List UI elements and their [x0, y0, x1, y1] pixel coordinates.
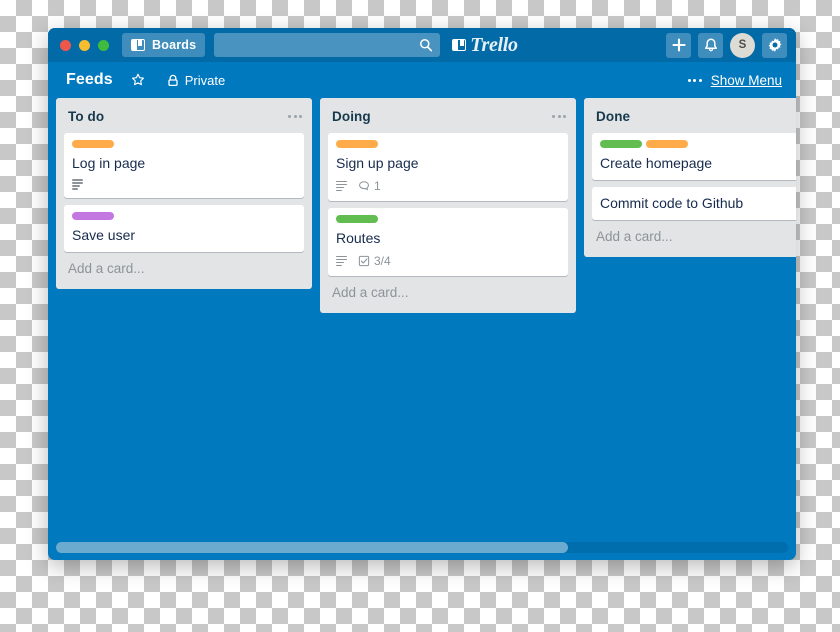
board-header: Feeds Private Show Menu [48, 62, 796, 98]
bell-icon [704, 38, 717, 51]
card-labels [336, 215, 560, 223]
card-labels [336, 140, 560, 148]
board-horizontal-scrollbar[interactable] [56, 542, 788, 553]
list-done: Done Create homepage Commit code to Gith… [584, 98, 796, 257]
lock-icon [168, 74, 178, 86]
trello-logo[interactable]: Trello [452, 33, 518, 57]
list-doing: Doing Sign up page 1 Routes 3/4 Add a ca… [320, 98, 576, 313]
comment-badge: 1 [358, 179, 381, 193]
list-title[interactable]: Doing [332, 109, 371, 124]
checklist-count: 3/4 [374, 254, 391, 268]
browser-chrome-topbar: Boards Trello S [48, 28, 796, 62]
description-icon [336, 255, 347, 267]
settings-button[interactable] [762, 32, 787, 58]
minimize-window-button[interactable] [79, 39, 90, 51]
card-title: Log in page [72, 155, 146, 171]
card-badges [72, 179, 296, 190]
description-icon [72, 179, 83, 190]
add-card-button[interactable]: Add a card... [584, 220, 796, 255]
plus-icon [671, 38, 686, 52]
add-button[interactable] [666, 32, 691, 58]
gear-icon [768, 38, 781, 52]
comment-count: 1 [374, 179, 381, 193]
search-input[interactable] [221, 37, 420, 53]
add-card-button[interactable]: Add a card... [320, 276, 576, 311]
star-icon [131, 73, 144, 86]
card-label-green[interactable] [336, 215, 378, 223]
card-title: Routes [336, 230, 381, 246]
description-badge [336, 255, 347, 267]
card[interactable]: Sign up page 1 [328, 133, 568, 201]
card-label-orange[interactable] [336, 140, 378, 148]
card-label-orange[interactable] [72, 140, 114, 148]
card-list: Sign up page 1 Routes 3/4 [320, 133, 576, 276]
board-visibility-label: Private [184, 72, 226, 88]
card-title: Commit code to Github [600, 195, 744, 211]
card[interactable]: Log in page [64, 133, 304, 198]
board-visibility-button[interactable]: Private [167, 73, 225, 88]
card-labels [72, 140, 296, 148]
board-menu-ellipsis-icon[interactable] [687, 78, 702, 82]
list-to-do: To do Log in page Save user Add a card..… [56, 98, 312, 289]
board-canvas: To do Log in page Save user Add a card..… [48, 98, 796, 560]
star-board-button[interactable] [131, 73, 145, 87]
list-title[interactable]: Done [596, 109, 630, 124]
card[interactable]: Commit code to Github [592, 187, 796, 220]
card-labels [600, 140, 796, 148]
checklist-badge: 3/4 [358, 254, 391, 268]
board-icon [131, 39, 145, 51]
trello-logo-text: Trello [470, 33, 518, 56]
description-badge [72, 179, 83, 190]
comment-icon [359, 181, 369, 191]
card-list: Create homepage Commit code to Github [584, 133, 796, 220]
card-title: Save user [72, 226, 136, 243]
list-header: Doing [320, 98, 576, 133]
maximize-window-button[interactable] [98, 39, 109, 51]
card[interactable]: Routes 3/4 [328, 208, 568, 276]
search-icon [420, 39, 433, 52]
card-title: Sign up page [336, 155, 419, 171]
user-avatar[interactable]: S [730, 32, 755, 58]
card[interactable]: Save user [64, 204, 304, 252]
boards-button-label: Boards [152, 38, 197, 52]
add-card-button[interactable]: Add a card... [56, 252, 312, 287]
notifications-button[interactable] [698, 32, 723, 58]
board-title[interactable]: Feeds [66, 71, 113, 89]
scrollbar-thumb[interactable] [56, 542, 569, 553]
search-box[interactable] [214, 33, 441, 57]
topbar-actions: S [666, 32, 787, 58]
description-badge [336, 180, 347, 192]
card-label-orange[interactable] [646, 140, 688, 148]
trello-app-window: Boards Trello S Feeds Private Show Menu … [48, 28, 796, 560]
board-header-actions: Show Menu [687, 73, 782, 88]
card-title: Create homepage [600, 155, 713, 171]
card[interactable]: Create homepage [592, 133, 796, 180]
window-traffic-lights [60, 39, 109, 51]
boards-button[interactable]: Boards [122, 33, 206, 57]
list-header: Done [584, 98, 796, 133]
trello-logo-icon [452, 39, 467, 51]
show-menu-button[interactable]: Show Menu [711, 73, 782, 88]
description-icon [336, 180, 347, 192]
card-badges: 3/4 [336, 254, 560, 268]
card-list: Log in page Save user [56, 133, 312, 252]
list-title[interactable]: To do [68, 109, 104, 124]
checklist-icon [358, 255, 370, 267]
card-label-purple[interactable] [72, 211, 114, 220]
close-window-button[interactable] [60, 39, 71, 51]
list-menu-ellipsis-icon[interactable] [552, 115, 566, 118]
list-menu-ellipsis-icon[interactable] [288, 115, 302, 118]
card-labels [72, 211, 296, 220]
list-container: To do Log in page Save user Add a card..… [56, 98, 796, 313]
card-label-green[interactable] [600, 140, 642, 148]
list-header: To do [56, 98, 312, 133]
card-badges: 1 [336, 179, 560, 193]
